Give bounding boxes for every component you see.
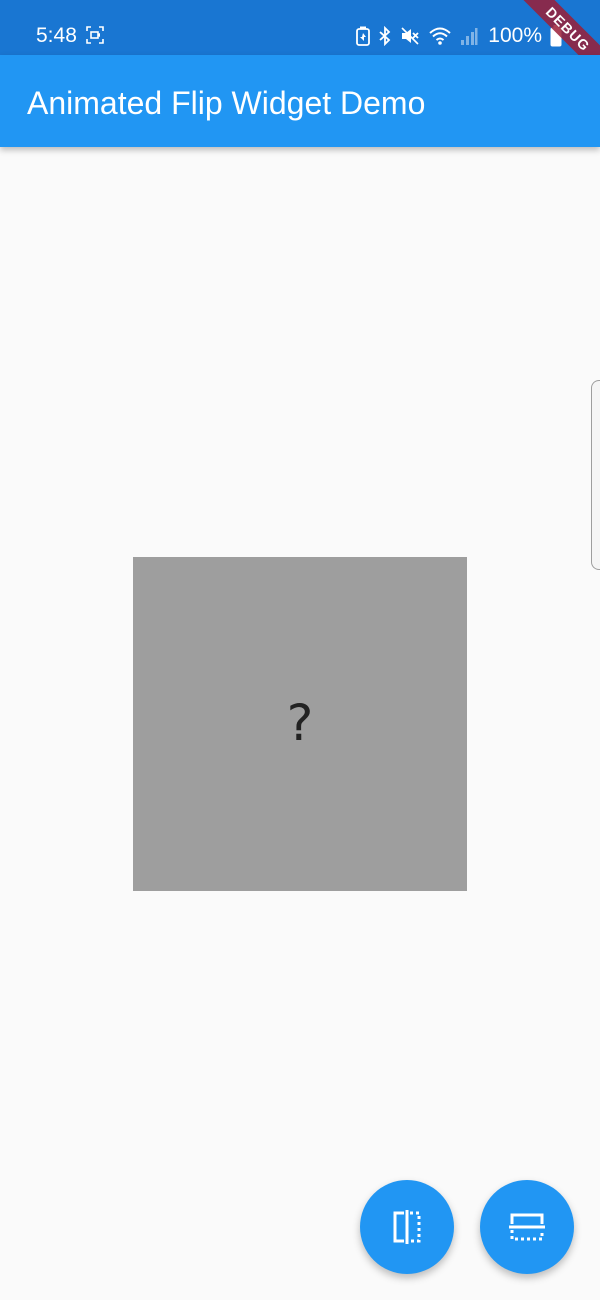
wifi-icon xyxy=(428,26,452,46)
flip-horizontal-icon xyxy=(391,1210,423,1244)
flip-vertical-button[interactable] xyxy=(480,1180,574,1274)
flip-horizontal-button[interactable] xyxy=(360,1180,454,1274)
signal-icon xyxy=(460,26,478,46)
status-time: 5:48 xyxy=(36,24,77,47)
app-bar: Animated Flip Widget Demo xyxy=(0,55,600,147)
battery-percent: 100% xyxy=(488,24,542,47)
status-bar: 5:48 100% xyxy=(0,0,600,55)
status-icons: 100% xyxy=(356,22,562,50)
mute-icon xyxy=(400,26,420,46)
flip-card[interactable]: ? xyxy=(133,557,467,891)
bluetooth-icon xyxy=(378,26,392,46)
flip-vertical-icon xyxy=(509,1211,545,1243)
battery-saver-icon xyxy=(356,26,371,46)
edge-panel-handle[interactable] xyxy=(591,380,600,570)
page-title: Animated Flip Widget Demo xyxy=(27,85,426,121)
screen-record-icon xyxy=(86,26,104,44)
flip-card-text: ? xyxy=(286,694,314,752)
